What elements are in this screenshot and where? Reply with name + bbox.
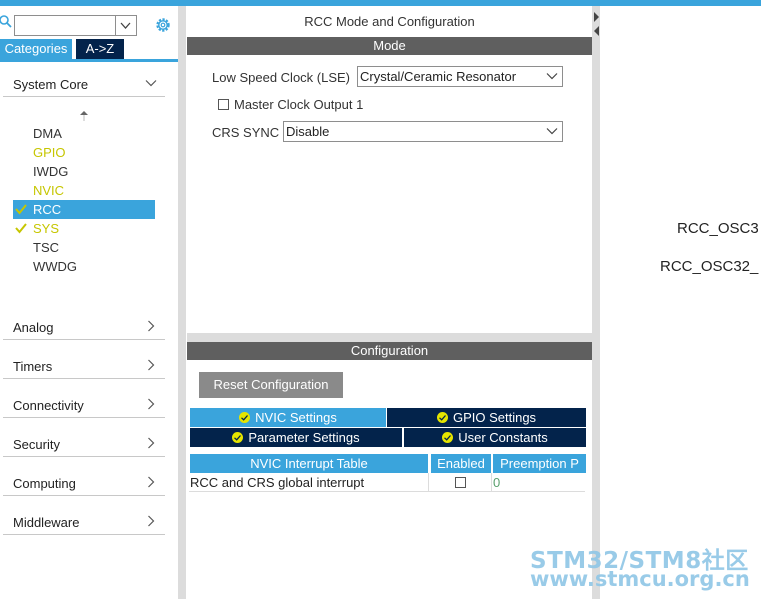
tab-label: User Constants xyxy=(458,430,548,445)
watermark-url: www.stmcu.org.cn xyxy=(530,567,750,591)
lse-select[interactable]: Crystal/Ceramic Resonator xyxy=(357,66,563,87)
preemption-priority-cell[interactable]: 0 xyxy=(493,473,583,492)
chevron-right-icon xyxy=(148,398,155,410)
chevron-right-icon xyxy=(148,515,155,527)
check-icon xyxy=(15,223,27,234)
center-panel-splitter[interactable] xyxy=(592,6,600,599)
rcc-mode-configuration-panel: RCC Mode and Configuration Mode Low Spee… xyxy=(187,6,592,599)
chevron-right-icon xyxy=(148,476,155,488)
column-header-interrupt[interactable]: NVIC Interrupt Table xyxy=(190,454,428,473)
item-label: IWDG xyxy=(33,164,69,179)
categories-panel: Categories A->Z System Core DMA GPIO IWD… xyxy=(0,6,178,599)
category-label: Security xyxy=(13,437,60,452)
pin-label-rcc-osc32-in[interactable]: RCC_OSC3 xyxy=(677,220,759,237)
tab-label: Parameter Settings xyxy=(248,430,360,445)
pin-label-rcc-osc32-out[interactable]: RCC_OSC32_ xyxy=(660,258,758,275)
configuration-section-header: Configuration xyxy=(187,342,592,360)
tab-user-constants[interactable]: User Constants xyxy=(404,428,586,447)
tab-gpio-settings[interactable]: GPIO Settings xyxy=(387,408,586,427)
mode-section-header: Mode xyxy=(187,37,592,55)
crs-sync-select[interactable]: Disable xyxy=(283,121,563,142)
column-header-preemption[interactable]: Preemption P xyxy=(493,454,586,473)
search-input[interactable] xyxy=(14,15,116,36)
category-label: Connectivity xyxy=(13,398,84,413)
tab-underline xyxy=(0,59,178,62)
item-label: SYS xyxy=(33,221,60,236)
chevron-down-icon xyxy=(546,128,558,135)
check-circle-icon xyxy=(442,432,454,443)
check-circle-icon xyxy=(239,412,251,423)
list-item-wwdg[interactable]: WWDG xyxy=(13,257,155,276)
chevron-right-icon xyxy=(148,320,155,332)
search-dropdown-button[interactable] xyxy=(116,15,137,36)
crs-sync-label: CRS SYNC xyxy=(212,125,280,140)
list-item-nvic[interactable]: NVIC xyxy=(13,181,155,200)
search-icon[interactable] xyxy=(0,14,12,30)
collapse-left-icon[interactable] xyxy=(592,10,600,38)
reset-configuration-button[interactable]: Reset Configuration xyxy=(199,372,343,398)
search-row xyxy=(0,10,178,36)
category-analog[interactable]: Analog xyxy=(3,316,165,340)
gear-icon[interactable] xyxy=(154,16,172,34)
list-item-gpio[interactable]: GPIO xyxy=(13,143,155,162)
chevron-down-icon xyxy=(546,73,558,80)
category-system-core[interactable]: System Core xyxy=(3,73,165,97)
column-divider xyxy=(491,473,492,492)
category-label: System Core xyxy=(13,77,89,92)
mco1-checkbox[interactable] xyxy=(218,99,229,110)
chevron-right-icon xyxy=(148,437,155,449)
system-core-list: DMA GPIO IWDG NVIC RCC SYS TSC WWDG xyxy=(13,124,155,276)
lse-label: Low Speed Clock (LSE) xyxy=(212,70,351,85)
pinout-view: RCC_OSC3 RCC_OSC32_ xyxy=(600,6,761,599)
list-item-dma[interactable]: DMA xyxy=(13,124,155,143)
category-middleware[interactable]: Middleware xyxy=(3,511,165,535)
panel-title: RCC Mode and Configuration xyxy=(304,14,475,29)
tab-label: GPIO Settings xyxy=(452,410,537,425)
lse-select-value: Crystal/Ceramic Resonator xyxy=(360,69,517,84)
tab-label: NVIC Settings xyxy=(255,410,337,425)
table-row[interactable]: RCC and CRS global interrupt 0 xyxy=(189,473,585,492)
interrupt-name-cell: RCC and CRS global interrupt xyxy=(190,475,365,490)
chevron-down-icon xyxy=(145,80,157,87)
crs-sync-select-value: Disable xyxy=(286,124,330,139)
sort-up-icon[interactable] xyxy=(79,110,89,122)
tab-a-to-z[interactable]: A->Z xyxy=(76,39,124,59)
left-panel-splitter[interactable] xyxy=(178,6,186,599)
list-item-iwdg[interactable]: IWDG xyxy=(13,162,155,181)
category-security[interactable]: Security xyxy=(3,433,165,457)
item-label: DMA xyxy=(33,126,62,141)
column-divider xyxy=(428,473,429,492)
category-label: Analog xyxy=(13,320,54,335)
horizontal-splitter[interactable] xyxy=(187,333,592,342)
check-circle-icon xyxy=(232,432,244,443)
interrupt-enabled-checkbox[interactable] xyxy=(455,477,466,488)
item-label: NVIC xyxy=(33,183,65,198)
list-item-tsc[interactable]: TSC xyxy=(13,238,155,257)
chevron-right-icon xyxy=(148,359,155,371)
category-label: Middleware xyxy=(13,515,80,530)
category-tabs: Categories A->Z xyxy=(0,39,178,59)
item-label: TSC xyxy=(33,240,59,255)
tab-categories[interactable]: Categories xyxy=(0,39,72,59)
item-label: RCC xyxy=(33,202,62,217)
category-connectivity[interactable]: Connectivity xyxy=(3,394,165,418)
category-label: Timers xyxy=(13,359,53,374)
chevron-down-icon xyxy=(120,22,131,29)
mco1-label: Master Clock Output 1 xyxy=(234,97,364,112)
check-circle-icon xyxy=(436,412,448,423)
tab-parameter-settings[interactable]: Parameter Settings xyxy=(190,428,402,447)
item-label: GPIO xyxy=(33,145,66,160)
list-item-rcc[interactable]: RCC xyxy=(13,200,155,219)
tab-nvic-settings[interactable]: NVIC Settings xyxy=(190,408,386,427)
category-timers[interactable]: Timers xyxy=(3,355,165,379)
list-item-sys[interactable]: SYS xyxy=(13,219,155,238)
category-label: Computing xyxy=(13,476,76,491)
item-label: WWDG xyxy=(33,259,78,274)
check-icon xyxy=(15,204,27,215)
category-computing[interactable]: Computing xyxy=(3,472,165,496)
column-header-enabled[interactable]: Enabled xyxy=(431,454,491,473)
